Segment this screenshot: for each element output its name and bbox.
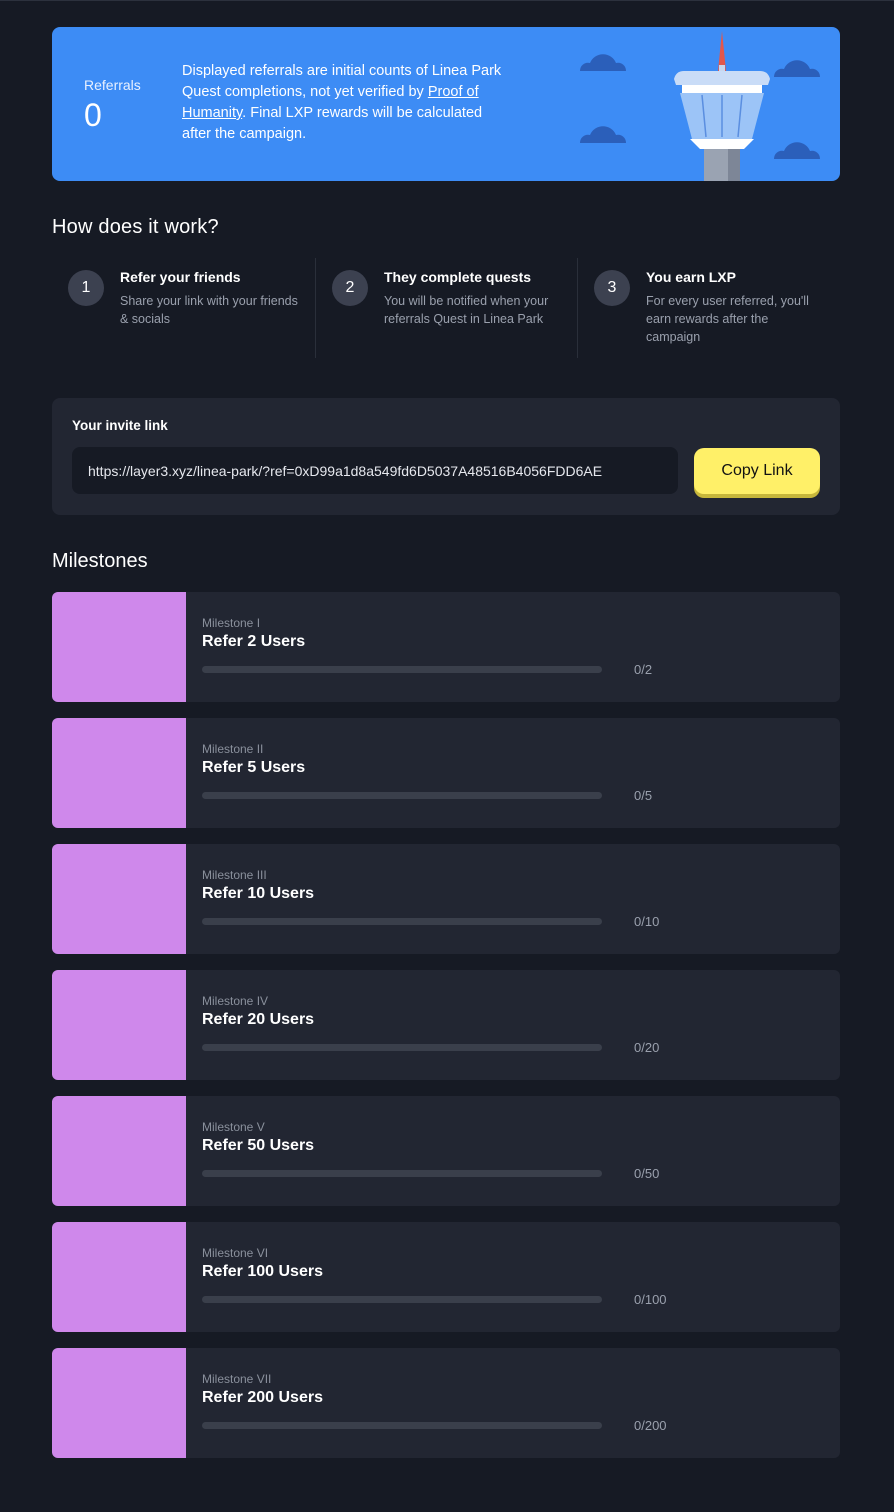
milestone-progress-bar — [202, 918, 602, 925]
milestone-card: Milestone VII Refer 200 Users 0/200 — [52, 1348, 840, 1458]
step-description: You will be notified when your referrals… — [384, 294, 549, 326]
milestone-name: Refer 100 Users — [202, 1263, 323, 1280]
invite-link-field[interactable] — [72, 447, 678, 494]
milestone-card: Milestone VI Refer 100 Users 0/100 — [52, 1222, 840, 1332]
milestone-number: Milestone IV — [202, 994, 269, 1008]
milestone-progress-bar — [202, 1422, 602, 1429]
milestone-number: Milestone III — [202, 868, 267, 882]
milestone-progress-bar — [202, 666, 602, 673]
milestone-progress-bar — [202, 1296, 602, 1303]
milestone-count: 0/2 — [634, 662, 653, 677]
step-complete: 2 They complete quests You will be notif… — [316, 258, 578, 358]
milestone-card: Milestone II Refer 5 Users 0/5 — [52, 718, 840, 828]
milestone-image — [52, 844, 186, 954]
milestone-image — [52, 1222, 186, 1332]
milestone-name: Refer 5 Users — [202, 759, 306, 776]
milestone-number: Milestone II — [202, 742, 264, 756]
milestone-count: 0/20 — [634, 1040, 660, 1055]
step-number: 3 — [594, 270, 630, 306]
milestone-image — [52, 1096, 186, 1206]
banner-description: Displayed referrals are initial counts o… — [182, 61, 512, 145]
milestone-image — [52, 1348, 186, 1458]
milestone-number: Milestone VII — [202, 1372, 272, 1386]
how-it-works-steps: 1 Refer your friends Share your link wit… — [52, 258, 840, 358]
milestone-name: Refer 2 Users — [202, 633, 306, 650]
milestone-name: Refer 50 Users — [202, 1137, 315, 1154]
milestone-count: 0/50 — [634, 1166, 660, 1181]
step-title: You earn LXP — [646, 269, 736, 285]
milestones-title: Milestones — [52, 550, 148, 572]
milestone-count: 0/5 — [634, 788, 653, 803]
referrals-banner: Referrals 0 Displayed referrals are init… — [52, 27, 840, 181]
milestone-card: Milestone V Refer 50 Users 0/50 — [52, 1096, 840, 1206]
step-number: 2 — [332, 270, 368, 306]
milestones-list: Milestone I Refer 2 Users 0/2 Milestone … — [52, 592, 840, 1474]
referrals-label: Referrals — [84, 77, 141, 93]
step-description: For every user referred, you'll earn rew… — [646, 294, 809, 344]
milestone-number: Milestone V — [202, 1120, 265, 1134]
copy-link-button[interactable]: Copy Link — [694, 448, 820, 494]
step-description: Share your link with your friends & soci… — [120, 294, 298, 326]
control-tower-illustration — [579, 31, 821, 181]
milestone-card: Milestone I Refer 2 Users 0/2 — [52, 592, 840, 702]
milestone-image — [52, 592, 186, 702]
milestone-card: Milestone III Refer 10 Users 0/10 — [52, 844, 840, 954]
milestone-number: Milestone I — [202, 616, 261, 630]
step-refer: 1 Refer your friends Share your link wit… — [52, 258, 314, 358]
milestone-count: 0/200 — [634, 1418, 667, 1433]
milestone-name: Refer 200 Users — [202, 1389, 323, 1406]
milestone-name: Refer 20 Users — [202, 1011, 315, 1028]
milestone-card: Milestone IV Refer 20 Users 0/20 — [52, 970, 840, 1080]
step-earn: 3 You earn LXP For every user referred, … — [578, 258, 840, 358]
top-border — [0, 0, 894, 1]
milestone-number: Milestone VI — [202, 1246, 269, 1260]
milestone-image — [52, 970, 186, 1080]
milestone-count: 0/100 — [634, 1292, 667, 1307]
milestone-count: 0/10 — [634, 914, 660, 929]
milestone-progress-bar — [202, 1044, 602, 1051]
invite-link-panel: Your invite link Copy Link — [52, 398, 840, 515]
step-title: They complete quests — [384, 269, 532, 285]
invite-link-label: Your invite link — [72, 418, 168, 433]
milestone-image — [52, 718, 186, 828]
how-it-works-title: How does it work? — [52, 216, 219, 238]
milestone-progress-bar — [202, 1170, 602, 1177]
referrals-count: 0 — [84, 97, 102, 133]
milestone-name: Refer 10 Users — [202, 885, 315, 902]
step-number: 1 — [68, 270, 104, 306]
step-title: Refer your friends — [120, 269, 241, 285]
milestone-progress-bar — [202, 792, 602, 799]
